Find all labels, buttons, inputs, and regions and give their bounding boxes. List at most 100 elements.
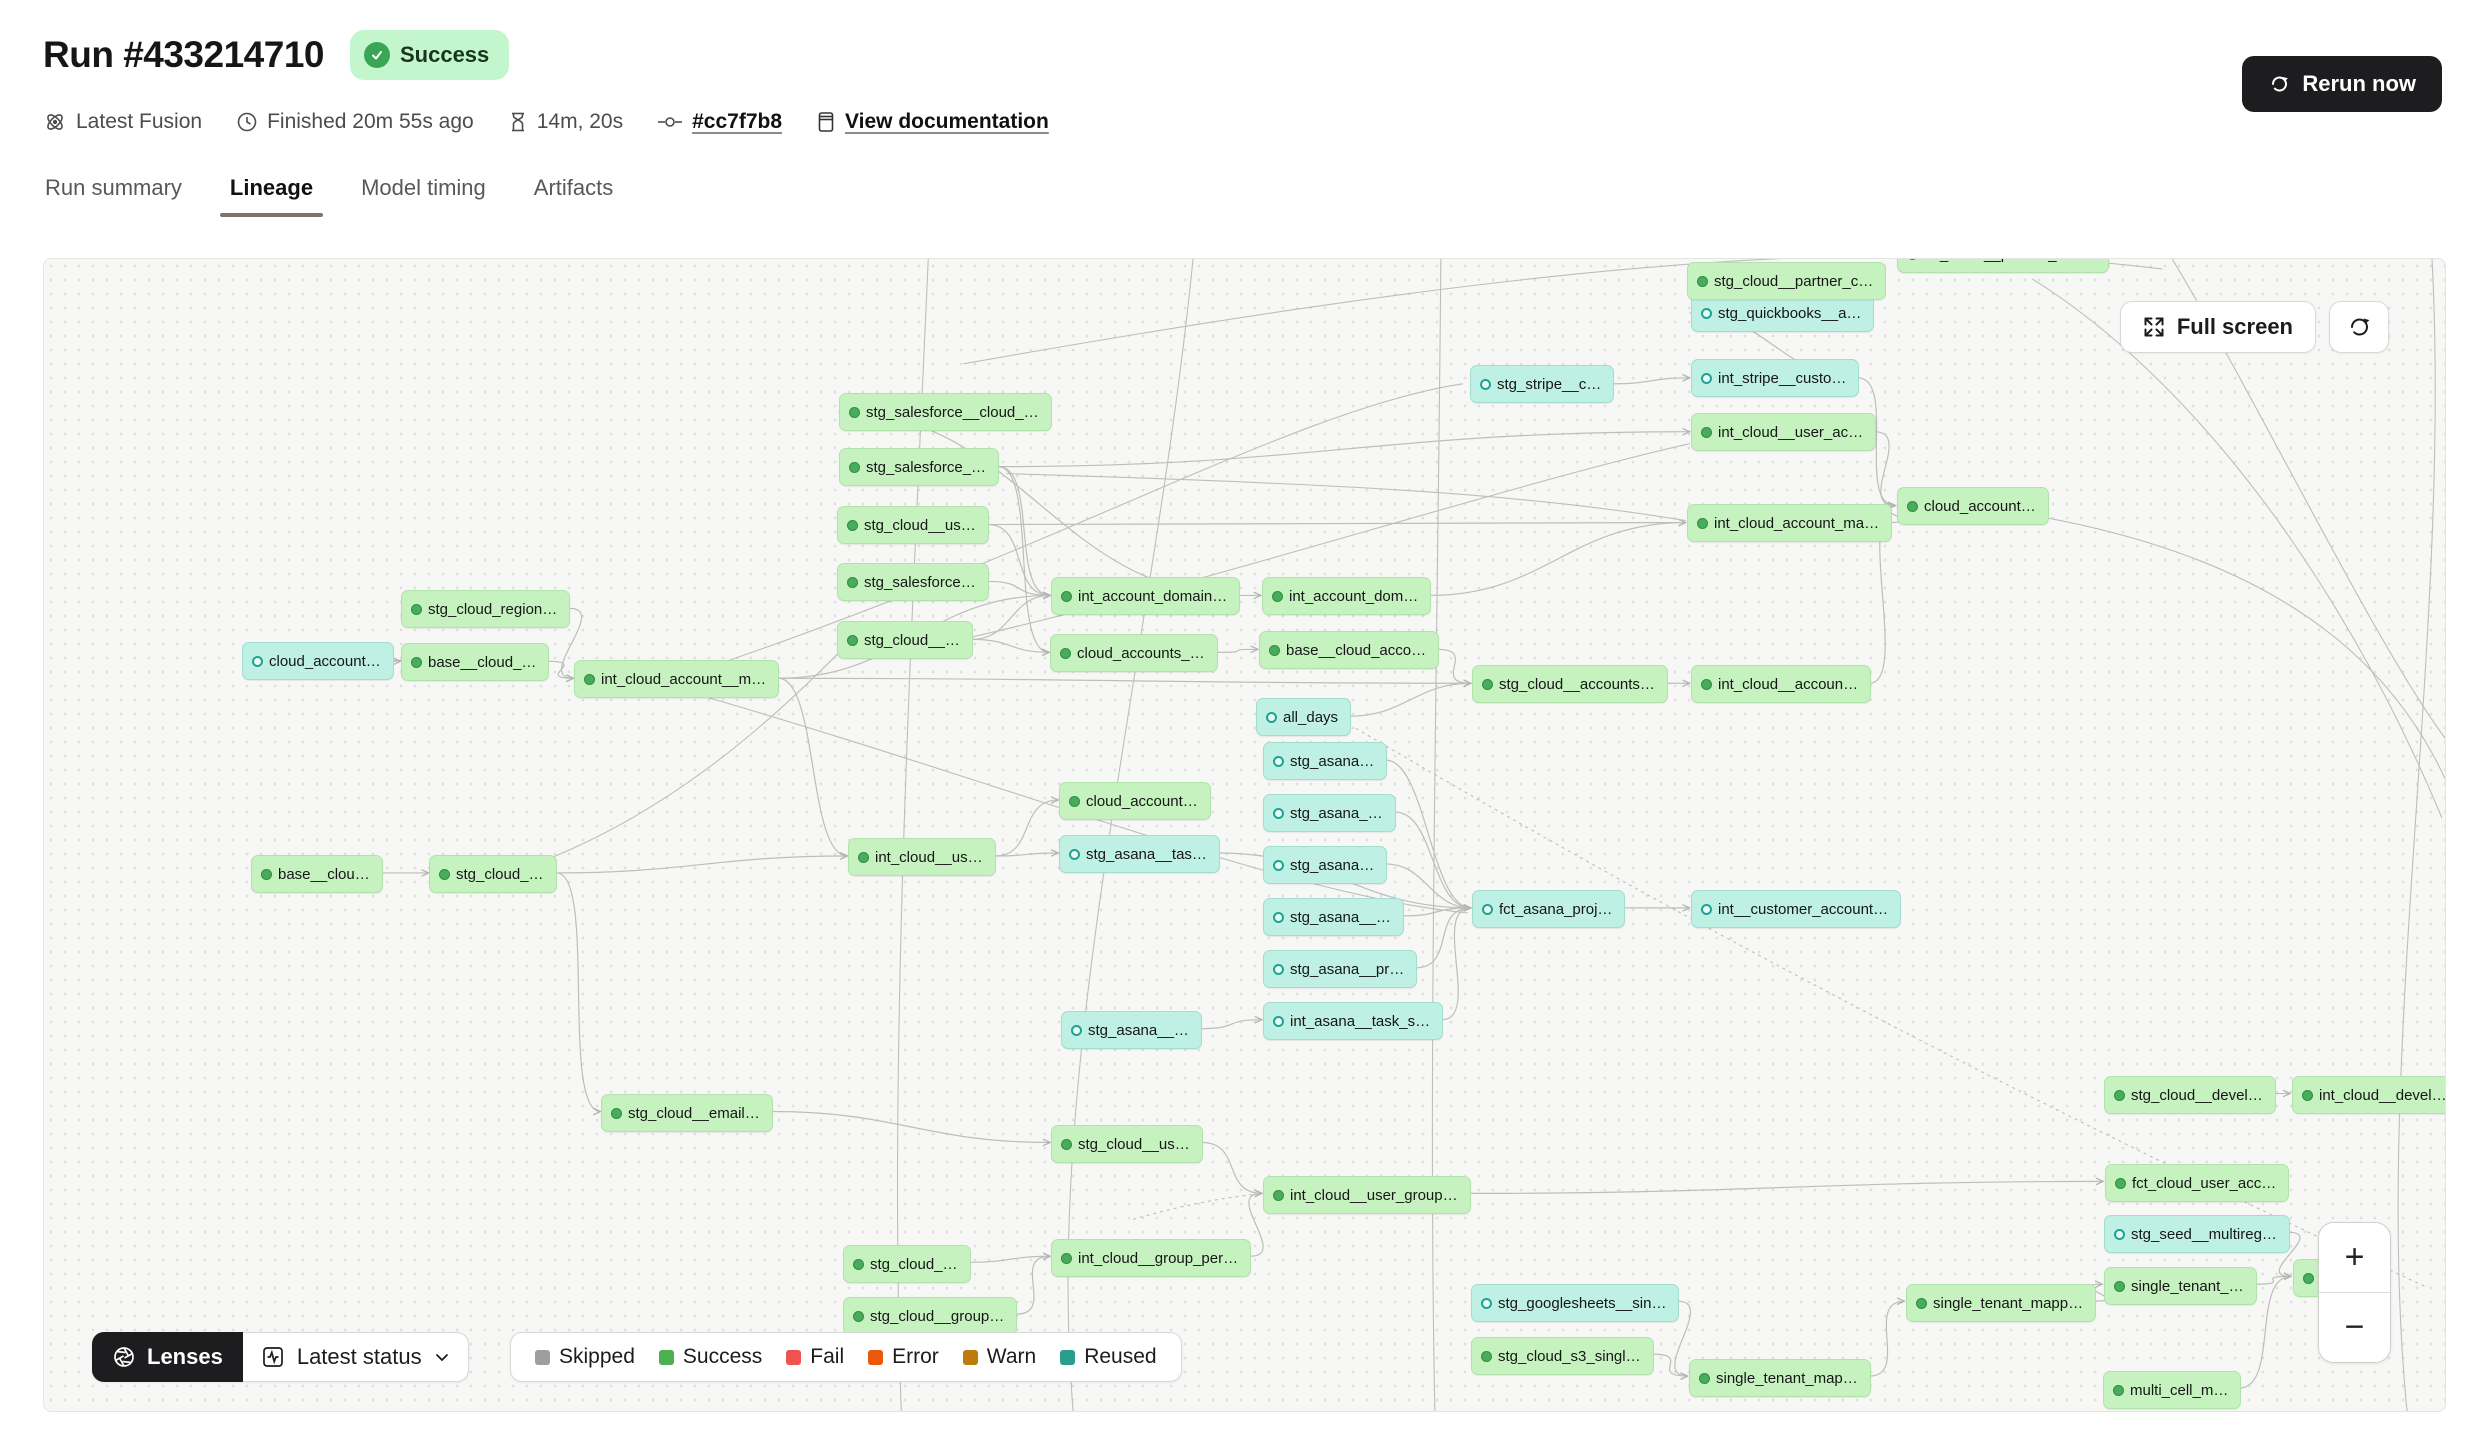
reused-dot-icon xyxy=(1273,964,1284,975)
node-label: stg_googlesheets__sin… xyxy=(1498,1295,1666,1312)
lineage-node-stg_seed__multireg[interactable]: stg_seed__multireg… xyxy=(2104,1215,2290,1253)
success-dot-icon xyxy=(411,657,422,668)
lineage-node-stg_cloud__devel[interactable]: stg_cloud__devel… xyxy=(2104,1076,2276,1114)
lineage-node-stg_asana[interactable]: stg_asana… xyxy=(1263,846,1387,884)
lineage-node-stg_asana_[interactable]: stg_asana_… xyxy=(1263,794,1396,832)
lineage-node-base__clou[interactable]: base__clou… xyxy=(251,855,383,893)
lineage-node-stg_stripe__c[interactable]: stg_stripe__c… xyxy=(1470,365,1614,403)
node-label: stg_cloud__devel… xyxy=(2131,1087,2263,1104)
success-check-icon xyxy=(364,42,390,68)
lineage-node-fct_cloud_user_acc[interactable]: fct_cloud_user_acc… xyxy=(2105,1164,2289,1202)
commit-icon xyxy=(657,112,683,132)
lineage-node-stg_cloud__accounts[interactable]: stg_cloud__accounts… xyxy=(1472,665,1668,703)
lineage-node-int_cloud_account_ma[interactable]: int_cloud_account_ma… xyxy=(1687,504,1892,542)
lineage-node-int_stripe__custo[interactable]: int_stripe__custo… xyxy=(1691,359,1859,397)
zoom-in-button[interactable]: + xyxy=(2319,1223,2390,1292)
lineage-node-int_cloud_account__m[interactable]: int_cloud_account__m… xyxy=(574,660,779,698)
success-dot-icon xyxy=(1482,679,1493,690)
lineage-node-cloud_account[interactable]: cloud_account… xyxy=(1059,782,1211,820)
lenses-button[interactable]: Lenses xyxy=(92,1332,243,1382)
view-documentation-link[interactable]: View documentation xyxy=(845,110,1049,134)
atom-icon xyxy=(43,110,67,134)
lineage-node-stg_asana__[interactable]: stg_asana__… xyxy=(1061,1011,1202,1049)
meta-docs: View documentation xyxy=(816,110,1049,134)
success-dot-icon xyxy=(1907,501,1918,512)
lineage-node-int_cloud__devel[interactable]: int_cloud__devel… xyxy=(2292,1076,2446,1114)
lineage-node-int_cloud__accoun[interactable]: int_cloud__accoun… xyxy=(1691,665,1871,703)
lineage-node-stg_cloud_region[interactable]: stg_cloud_region… xyxy=(401,590,570,628)
success-dot-icon xyxy=(2115,1178,2126,1189)
success-dot-icon xyxy=(1481,1351,1492,1362)
lineage-node-stg_salesforce[interactable]: stg_salesforce… xyxy=(837,563,989,601)
refresh-icon xyxy=(2346,314,2372,340)
lineage-node-single_tenant_[interactable]: single_tenant_… xyxy=(2104,1267,2257,1305)
chevron-down-icon xyxy=(434,1349,450,1365)
lineage-node-stg_cloud__[interactable]: stg_cloud__… xyxy=(837,621,973,659)
node-label: stg_cloud__email… xyxy=(628,1105,760,1122)
lineage-node-int_cloud__partner_con[interactable]: int_cloud__partner_con… xyxy=(1897,258,2109,273)
lineage-node-stg_cloud__group[interactable]: stg_cloud__group… xyxy=(843,1297,1017,1335)
lineage-node-int__customer_account[interactable]: int__customer_account… xyxy=(1691,890,1901,928)
refresh-graph-button[interactable] xyxy=(2329,301,2389,353)
lineage-node-stg_cloud__us[interactable]: stg_cloud__us… xyxy=(837,506,989,544)
lineage-node-stg_asana[interactable]: stg_asana… xyxy=(1263,742,1387,780)
lineage-node-stg_cloud_[interactable]: stg_cloud_… xyxy=(843,1245,971,1283)
lineage-node-fct_asana_proj[interactable]: fct_asana_proj… xyxy=(1472,890,1625,928)
success-dot-icon xyxy=(1060,648,1071,659)
lineage-node-single_tenant_map[interactable]: single_tenant_map… xyxy=(1689,1359,1871,1397)
success-dot-icon xyxy=(1916,1298,1927,1309)
node-label: int_account_domain… xyxy=(1078,588,1227,605)
lineage-node-cloud_account[interactable]: cloud_account… xyxy=(242,642,394,680)
success-dot-icon xyxy=(2114,1090,2125,1101)
lineage-node-stg_cloud__partner_c[interactable]: stg_cloud__partner_c… xyxy=(1687,262,1886,300)
node-label: int_cloud__partner_con… xyxy=(1924,258,2096,263)
node-label: stg_cloud_region… xyxy=(428,601,557,618)
node-label: single_tenant_map… xyxy=(1716,1370,1858,1387)
lineage-node-int_account_domain[interactable]: int_account_domain… xyxy=(1051,577,1240,615)
commit-link[interactable]: #cc7f7b8 xyxy=(692,110,782,134)
lineage-node-stg_cloud__email[interactable]: stg_cloud__email… xyxy=(601,1094,773,1132)
tab-artifacts[interactable]: Artifacts xyxy=(532,165,615,217)
lineage-node-stg_asana__pr[interactable]: stg_asana__pr… xyxy=(1263,950,1417,988)
lineage-node-cloud_account[interactable]: cloud_account… xyxy=(1897,487,2049,525)
lineage-node-all_days[interactable]: all_days xyxy=(1256,698,1351,736)
status-filter-dropdown[interactable]: Latest status xyxy=(243,1332,469,1382)
lineage-node-base__cloud_[interactable]: base__cloud_… xyxy=(401,643,549,681)
success-dot-icon xyxy=(1061,1139,1072,1150)
lineage-node-stg_salesforce_[interactable]: stg_salesforce_… xyxy=(839,448,999,486)
lineage-node-int_asana__task_s[interactable]: int_asana__task_s… xyxy=(1263,1002,1443,1040)
lineage-node-stg_cloud__us[interactable]: stg_cloud__us… xyxy=(1051,1125,1203,1163)
lineage-node-int_account_dom[interactable]: int_account_dom… xyxy=(1262,577,1431,615)
node-label: fct_cloud_user_acc… xyxy=(2132,1175,2276,1192)
node-label: int_account_dom… xyxy=(1289,588,1418,605)
success-dot-icon xyxy=(853,1259,864,1270)
lineage-node-int_cloud__group_per[interactable]: int_cloud__group_per… xyxy=(1051,1239,1251,1277)
node-label: stg_cloud__… xyxy=(864,632,960,649)
lineage-node-stg_googlesheets__sin[interactable]: stg_googlesheets__sin… xyxy=(1471,1284,1679,1322)
full-screen-button[interactable]: Full screen xyxy=(2120,301,2316,353)
reused-dot-icon xyxy=(1273,756,1284,767)
tab-model-timing[interactable]: Model timing xyxy=(359,165,488,217)
lineage-canvas[interactable]: cloud_account… stg_cloud_region… base__clo… xyxy=(43,258,2446,1412)
lineage-node-stg_cloud_[interactable]: stg_cloud_… xyxy=(429,855,557,893)
lineage-node-stg_salesforce__cloud_[interactable]: stg_salesforce__cloud_… xyxy=(839,393,1052,431)
rerun-now-button[interactable]: Rerun now xyxy=(2242,56,2442,112)
legend-swatch-error xyxy=(868,1350,883,1365)
node-label: stg_cloud_… xyxy=(456,866,544,883)
lineage-node-stg_cloud_s3_singl[interactable]: stg_cloud_s3_singl… xyxy=(1471,1337,1654,1375)
lineage-node-int_cloud__user_group[interactable]: int_cloud__user_group… xyxy=(1263,1176,1471,1214)
lineage-node-base__cloud_acco[interactable]: base__cloud_acco… xyxy=(1259,631,1439,669)
lineage-node-stg_asana__tas[interactable]: stg_asana__tas… xyxy=(1059,835,1220,873)
lineage-node-int_cloud__user_ac[interactable]: int_cloud__user_ac… xyxy=(1691,413,1876,451)
tab-run-summary[interactable]: Run summary xyxy=(43,165,184,217)
lineage-node-cloud_accounts_[interactable]: cloud_accounts_… xyxy=(1050,634,1218,672)
zoom-out-button[interactable]: − xyxy=(2319,1293,2390,1362)
lineage-node-int_cloud__us[interactable]: int_cloud__us… xyxy=(848,838,996,876)
page-title: Run #433214710 xyxy=(43,34,324,76)
node-label: cloud_account… xyxy=(1086,793,1198,810)
lineage-node-multi_cell_m[interactable]: multi_cell_m… xyxy=(2103,1371,2241,1409)
lineage-node-single_tenant_mapp[interactable]: single_tenant_mapp… xyxy=(1906,1284,2096,1322)
tab-lineage[interactable]: Lineage xyxy=(228,165,315,217)
node-label: multi_cell_m… xyxy=(2130,1382,2228,1399)
lineage-node-stg_asana__[interactable]: stg_asana__… xyxy=(1263,898,1404,936)
